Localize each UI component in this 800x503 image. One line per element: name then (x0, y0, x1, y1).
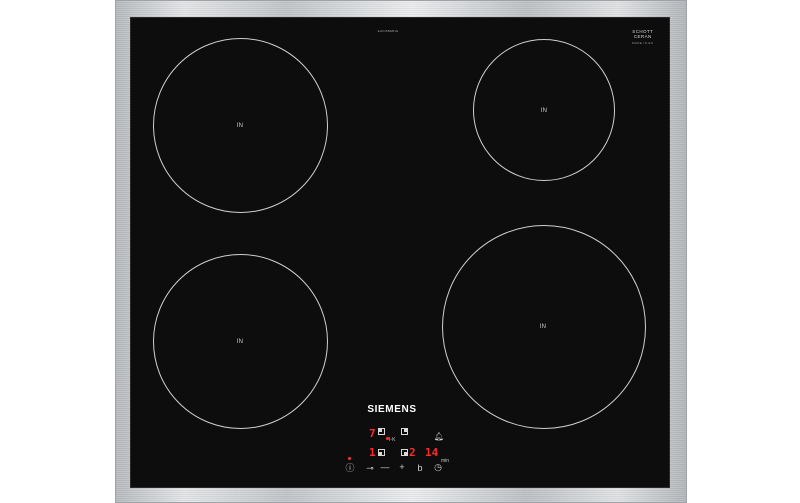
level-display-rear-left: 7 (369, 427, 376, 440)
powerboost-icon[interactable]: b (417, 463, 422, 473)
schott-ceran-logo: SCHOTT CERAN MADE IN EU (632, 29, 654, 46)
zone-label-front-right: IN (539, 324, 547, 330)
timer-display-b: 14 (425, 446, 439, 459)
zone-indicator-front-right-icon[interactable] (401, 449, 408, 456)
zone-indicator-rear-left-icon[interactable] (378, 428, 385, 435)
zone-indicator-front-left-icon[interactable] (378, 449, 385, 456)
zone-indicator-rear-right-icon[interactable] (401, 428, 408, 435)
timer-display-a: 2 (409, 446, 416, 459)
timer-unit: min (441, 458, 450, 464)
model-print: EH645BEB1E (377, 29, 399, 33)
glass-origin-text: MADE IN EU (632, 41, 654, 45)
minus-icon[interactable]: — (381, 462, 390, 472)
bell-icon[interactable]: 🔔︎ (434, 432, 444, 442)
child-lock-icon[interactable]: ⊸ (366, 463, 374, 473)
level-display-front-left: 1 (369, 446, 376, 459)
plus-icon[interactable]: + (399, 462, 404, 472)
zone-label-rear-left: IN (236, 123, 244, 129)
power-on-dot (348, 457, 351, 460)
timer-icon[interactable]: ◷ (434, 462, 442, 472)
ceran-text: CERAN (633, 34, 652, 39)
zone-label-front-left: IN (236, 339, 244, 345)
pause-icon[interactable]: I◦K (389, 437, 396, 443)
zone-label-rear-right: IN (540, 108, 548, 114)
brand-logo: SIEMENS (367, 404, 417, 415)
power-icon[interactable]: ⓘ (345, 463, 354, 473)
